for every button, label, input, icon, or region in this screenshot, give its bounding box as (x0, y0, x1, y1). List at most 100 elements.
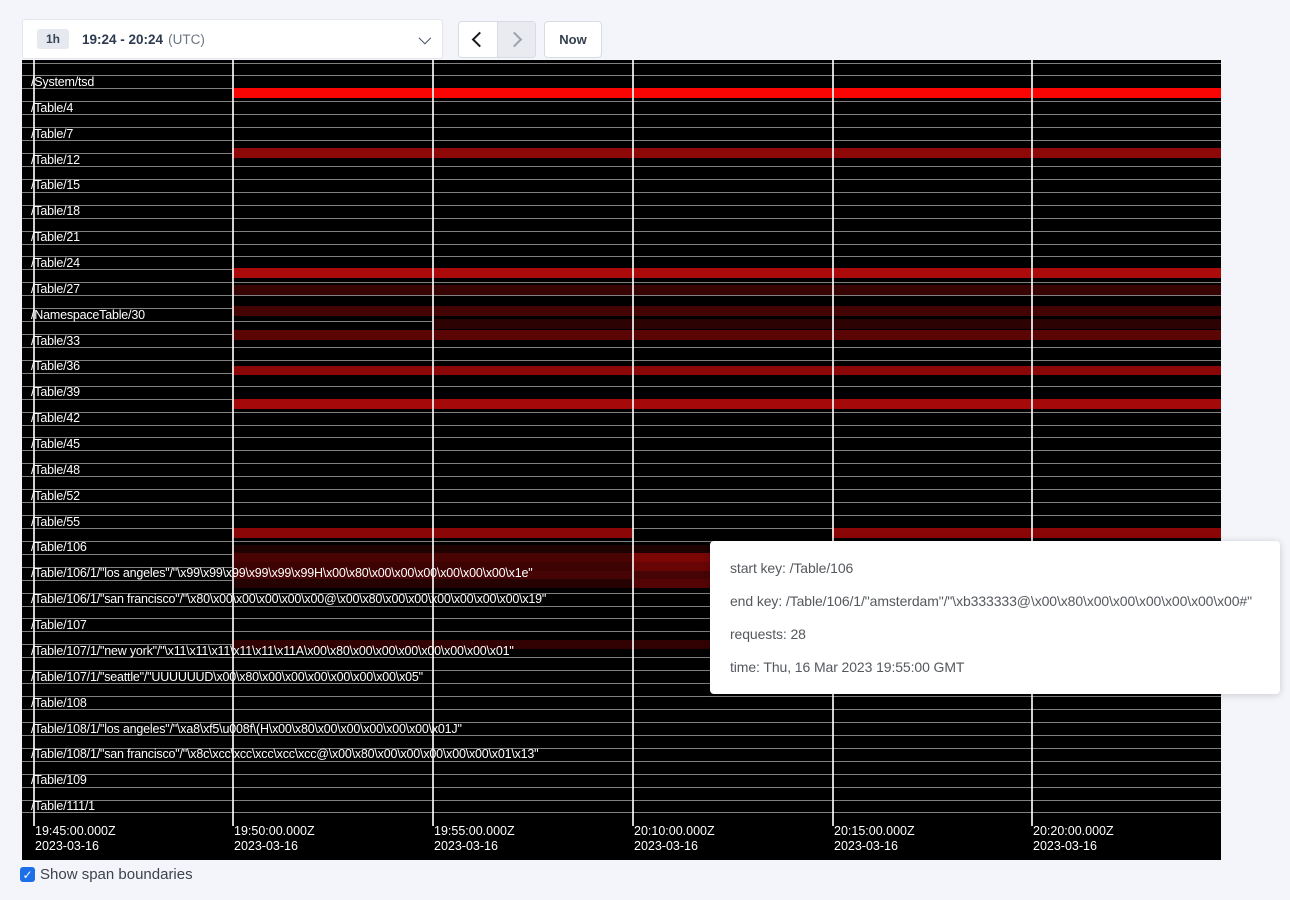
key-visualizer-canvas[interactable]: start key: /Table/106end key: /Table/106… (22, 60, 1221, 860)
heat-band (232, 88, 1221, 99)
row-label: /System/tsd (31, 76, 94, 88)
span-boundary-line (22, 774, 1221, 775)
heat-band (432, 319, 1221, 329)
tooltip-line: requests: 28 (730, 618, 1274, 651)
row-label: /Table/39 (31, 386, 80, 398)
span-boundary-line (22, 166, 1221, 167)
chevron-down-icon (419, 31, 432, 44)
row-label: /Table/52 (31, 490, 80, 502)
range-nav-button-group (458, 21, 536, 58)
span-boundary-line (22, 425, 1221, 426)
row-label: /Table/45 (31, 438, 80, 450)
span-boundary-line (22, 282, 1221, 283)
key-visualizer-page: 1h 19:24 - 20:24 (UTC) Now start key: /T… (0, 0, 1290, 900)
row-label: /Table/106 (31, 541, 87, 553)
time-gridline (232, 60, 234, 826)
time-gridline (832, 60, 834, 826)
row-label: /Table/108/1/"san francisco"/"\x8c\xcc\x… (31, 748, 538, 760)
span-boundary-line (22, 244, 1221, 245)
span-boundary-line (22, 256, 1221, 257)
span-boundary-line (22, 75, 1221, 76)
row-label: /Table/106/1/"san francisco"/"\x80\x00\x… (31, 593, 546, 605)
span-boundary-line (22, 360, 1221, 361)
span-boundary-line (22, 812, 1221, 813)
prev-range-button[interactable] (459, 22, 497, 57)
row-label: /Table/27 (31, 283, 80, 295)
tooltip-line: end key: /Table/106/1/"amsterdam"/"\xb33… (730, 585, 1274, 618)
time-range-dropdown[interactable]: 1h 19:24 - 20:24 (UTC) (22, 19, 443, 59)
row-label: /Table/106/1/"los angeles"/"\x99\x99\x99… (31, 567, 532, 579)
row-label: /Table/24 (31, 257, 80, 269)
span-boundary-line (22, 101, 1221, 102)
row-label: /Table/108 (31, 697, 87, 709)
heat-band (232, 330, 1221, 340)
range-duration-badge: 1h (37, 29, 69, 49)
row-label: /Table/55 (31, 516, 80, 528)
heat-band (232, 268, 1221, 279)
span-boundary-line (22, 696, 1221, 697)
show-span-boundaries-checkbox[interactable]: ✓ (20, 867, 35, 882)
span-boundary-line (22, 463, 1221, 464)
now-button[interactable]: Now (544, 21, 602, 58)
heat-band (232, 285, 1221, 295)
show-span-boundaries-label: Show span boundaries (40, 866, 193, 883)
hover-tooltip: start key: /Table/106end key: /Table/106… (710, 541, 1280, 694)
row-label: /Table/18 (31, 205, 80, 217)
row-label: /Table/42 (31, 412, 80, 424)
span-boundary-line (22, 476, 1221, 477)
span-boundary-line (22, 192, 1221, 193)
heat-band (232, 399, 1221, 409)
x-axis-label: 19:50:00.000Z2023-03-16 (234, 824, 315, 854)
span-boundary-line (22, 437, 1221, 438)
row-label: /Table/48 (31, 464, 80, 476)
row-label: /Table/15 (31, 179, 80, 191)
row-label: /Table/107/1/"new york"/"\x11\x11\x11\x1… (31, 645, 514, 657)
row-label: /Table/33 (31, 335, 80, 347)
time-gridline (1031, 60, 1033, 826)
span-boundary-line (22, 502, 1221, 503)
range-text: 19:24 - 20:24 (82, 32, 163, 47)
range-utc-suffix: (UTC) (168, 32, 205, 47)
span-boundary-line (22, 127, 1221, 128)
span-boundary-line (22, 787, 1221, 788)
row-label: /NamespaceTable/30 (31, 309, 145, 321)
next-range-button[interactable] (497, 22, 536, 57)
heat-band (232, 366, 1221, 375)
row-label: /Table/107 (31, 619, 87, 631)
x-axis-label: 20:10:00.000Z2023-03-16 (634, 824, 715, 854)
span-boundary-line (22, 800, 1221, 801)
x-axis-label: 20:20:00.000Z2023-03-16 (1033, 824, 1114, 854)
row-label: /Table/7 (31, 128, 73, 140)
tooltip-line: time: Thu, 16 Mar 2023 19:55:00 GMT (730, 651, 1274, 684)
time-gridline (632, 60, 634, 826)
span-boundary-line (22, 489, 1221, 490)
span-boundary-line (22, 709, 1221, 710)
row-label: /Table/107/1/"seattle"/"UUUUUUD\x00\x80\… (31, 671, 423, 683)
row-label: /Table/108/1/"los angeles"/"\xa8\xf5\u00… (31, 723, 462, 735)
tooltip-line: start key: /Table/106 (730, 552, 1274, 585)
span-boundary-line (22, 295, 1221, 296)
x-axis-label: 19:45:00.000Z2023-03-16 (35, 824, 116, 854)
span-boundary-line (22, 63, 1221, 64)
span-boundary-line (22, 450, 1221, 451)
span-boundary-line (22, 347, 1221, 348)
show-span-boundaries-option[interactable]: ✓ Show span boundaries (20, 866, 193, 883)
chevron-left-icon (471, 32, 487, 48)
row-label: /Table/111/1 (31, 800, 95, 812)
span-boundary-line (22, 114, 1221, 115)
row-label: /Table/36 (31, 360, 80, 372)
span-boundary-line (22, 205, 1221, 206)
span-boundary-line (22, 179, 1221, 180)
row-label: /Table/12 (31, 154, 80, 166)
span-boundary-line (22, 412, 1221, 413)
heat-band (232, 148, 1221, 158)
heat-band (232, 306, 1221, 316)
span-boundary-line (22, 140, 1221, 141)
chevron-right-icon (507, 32, 523, 48)
row-label: /Table/109 (31, 774, 87, 786)
x-axis-label: 20:15:00.000Z2023-03-16 (834, 824, 915, 854)
row-label: /Table/4 (31, 102, 73, 114)
span-boundary-line (22, 386, 1221, 387)
row-label: /Table/21 (31, 231, 80, 243)
span-boundary-line (22, 231, 1221, 232)
